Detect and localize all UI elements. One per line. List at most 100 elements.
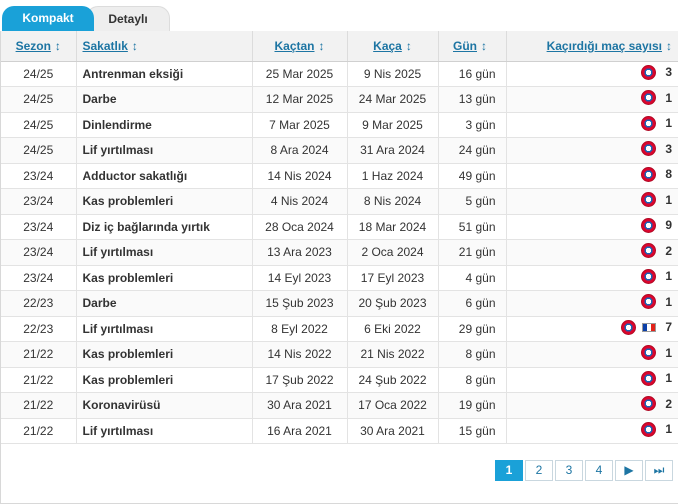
days-cell: 49 gün [438,163,507,189]
table-row[interactable]: 21/22 Kas problemleri 14 Nis 2022 21 Nis 20… [1,341,678,368]
injury-cell: Kas problemleri [76,341,253,368]
club-crest-icon[interactable] [641,370,656,386]
season-cell: 22/23 [1,316,77,342]
missed-games-cell: 1 [506,112,678,138]
club-crest-icon[interactable] [641,64,656,80]
club-crest-icon[interactable] [641,243,656,259]
missed-count: 7 [665,320,672,335]
last-page-icon[interactable]: ⏭ [645,460,673,481]
season-cell: 23/24 [1,265,77,291]
days-cell: 19 gün [438,392,507,419]
sort-icon: ↕ [666,38,672,53]
days-cell: 13 gün [438,86,507,113]
table-row[interactable]: 24/25 Darbe 12 Mar 2025 24 Mar 2025 13 gün 1 [1,86,678,113]
missed-count: 1 [665,345,672,360]
days-cell: 6 gün [438,290,507,317]
missed-games-cell: 1 [506,418,678,444]
missed-games-cell: 7 [506,316,678,342]
table-row[interactable]: 21/22 Lif yırtılması 16 Ara 2021 30 Ara 202… [1,418,678,444]
table-row[interactable]: 23/24 Adductor sakatlığı 14 Nis 2024 1 Haz … [1,163,678,189]
table-row[interactable]: 24/25 Dinlendirme 7 Mar 2025 9 Mar 2025 3 gü… [1,112,678,138]
missed-games-group: 1 [641,115,672,131]
table-row[interactable]: 24/25 Antrenman eksiği 25 Mar 2025 9 Nis 20… [1,61,678,87]
season-cell: 24/25 [1,112,77,138]
missed-games-cell: 8 [506,163,678,189]
injury-cell: Darbe [76,290,253,317]
table-row[interactable]: 22/23 Lif yırtılması 8 Eyl 2022 6 Eki 2022 2… [1,316,678,342]
missed-games-cell: 1 [506,86,678,113]
sort-icon: ↕ [481,38,487,53]
club-crest-icon[interactable] [641,268,656,284]
missed-games-group: 7 [621,319,672,335]
page-button-2[interactable]: 2 [525,460,553,481]
page-button-4[interactable]: 4 [585,460,613,481]
injury-cell: Lif yırtılması [76,239,253,266]
table-row[interactable]: 23/24 Kas problemleri 14 Eyl 2023 17 Eyl 20… [1,265,678,291]
column-header-days[interactable]: Gün ↕ [438,31,507,62]
club-crest-icon[interactable] [641,217,656,233]
table-row[interactable]: 21/22 Kas problemleri 17 Şub 2022 24 Şub 20… [1,367,678,393]
season-cell: 23/24 [1,163,77,189]
days-cell: 29 gün [438,316,507,342]
missed-games-group: 1 [641,90,672,106]
club-crest-icon[interactable] [641,166,656,182]
column-header-to[interactable]: Kaça ↕ [347,31,439,62]
table-row[interactable]: 24/25 Lif yırtılması 8 Ara 2024 31 Ara 2024… [1,137,678,164]
season-cell: 23/24 [1,239,77,266]
days-cell: 21 gün [438,239,507,266]
sort-icon: ↕ [131,38,138,53]
column-header-injury[interactable]: Sakatlık ↕ [76,31,253,62]
missed-games-cell: 2 [506,239,678,266]
season-cell: 21/22 [1,367,77,393]
days-cell: 5 gün [438,188,507,215]
season-cell: 24/25 [1,86,77,113]
missed-games-group: 1 [641,294,672,310]
missed-count: 2 [665,243,672,258]
table-row[interactable]: 23/24 Lif yırtılması 13 Ara 2023 2 Oca 2024… [1,239,678,266]
france-flag-icon [642,322,656,332]
season-cell: 21/22 [1,341,77,368]
tab-kompakt[interactable]: Kompakt [2,6,94,31]
days-cell: 15 gün [438,418,507,444]
next-page-icon[interactable]: ▶ [615,460,643,481]
column-header-from[interactable]: Kaçtan ↕ [252,31,348,62]
to-date-cell: 31 Ara 2024 [347,137,439,164]
from-date-cell: 14 Nis 2024 [252,163,348,189]
column-header-season[interactable]: Sezon ↕ [1,31,77,62]
page-button-1[interactable]: 1 [495,460,523,481]
table-row[interactable]: 23/24 Diz iç bağlarında yırtık 28 Oca 2024… [1,214,678,240]
table-row[interactable]: 21/22 Koronavirüsü 30 Ara 2021 17 Oca 2022 1… [1,392,678,419]
club-crest-icon[interactable] [641,115,656,131]
injury-cell: Antrenman eksiği [76,61,253,87]
season-cell: 24/25 [1,137,77,164]
club-crest-icon[interactable] [641,345,656,361]
missed-count: 1 [665,116,672,131]
injury-cell: Adductor sakatlığı [76,163,253,189]
injury-table: Sezon ↕ Sakatlık ↕ Kaçtan ↕ Kaça ↕ Gün ↕ Kaçı… [1,31,678,444]
missed-games-group: 2 [641,396,672,412]
to-date-cell: 9 Nis 2025 [347,61,439,87]
tab-detayli[interactable]: Detaylı [86,6,170,31]
to-date-cell: 17 Oca 2022 [347,392,439,419]
missed-count: 3 [665,65,672,80]
club-crest-icon[interactable] [641,90,656,106]
season-cell: 21/22 [1,392,77,419]
column-header-missed[interactable]: Kaçırdığı maç sayısı ↕ [506,31,678,62]
club-crest-icon[interactable] [641,294,656,310]
table-header-row: Sezon ↕ Sakatlık ↕ Kaçtan ↕ Kaça ↕ Gün ↕ Kaçı… [1,31,678,62]
club-crest-icon[interactable] [641,141,656,157]
injury-panel: Sezon ↕ Sakatlık ↕ Kaçtan ↕ Kaça ↕ Gün ↕ Kaçı… [0,31,678,504]
table-row[interactable]: 23/24 Kas problemleri 4 Nis 2024 8 Nis 2024… [1,188,678,215]
club-crest-icon[interactable] [621,319,636,335]
sort-icon: ↕ [318,38,325,53]
days-cell: 51 gün [438,214,507,240]
club-crest-icon[interactable] [641,421,656,437]
injury-cell: Kas problemleri [76,367,253,393]
club-crest-icon[interactable] [641,192,656,208]
view-tabs: Detaylı Kompakt [0,0,678,31]
table-row[interactable]: 22/23 Darbe 15 Şub 2023 20 Şub 2023 6 gün 1 [1,290,678,317]
missed-count: 1 [665,192,672,207]
injury-cell: Kas problemleri [76,188,253,215]
club-crest-icon[interactable] [641,396,656,412]
page-button-3[interactable]: 3 [555,460,583,481]
